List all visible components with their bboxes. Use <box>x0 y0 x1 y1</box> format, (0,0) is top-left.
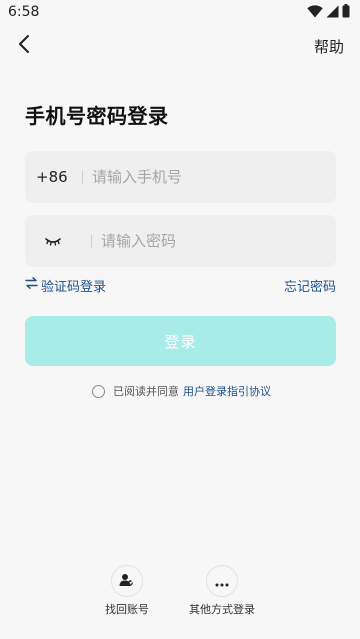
back-button[interactable] <box>12 32 36 60</box>
password-input[interactable] <box>101 215 336 267</box>
agreement-link[interactable]: 用户登录指引协议 <box>183 383 271 399</box>
login-button[interactable]: 登录 <box>25 316 336 366</box>
status-bar: 6:58 <box>0 0 360 24</box>
field-divider <box>82 170 83 184</box>
recover-account-circle <box>111 565 143 597</box>
swap-icon <box>25 277 38 293</box>
more-dots-icon <box>215 572 229 591</box>
chevron-left-icon <box>17 34 31 58</box>
phone-input[interactable] <box>92 151 336 203</box>
other-login-button[interactable]: 其他方式登录 <box>185 565 259 617</box>
forgot-password-link[interactable]: 忘记密码 <box>284 276 336 295</box>
other-login-circle <box>206 565 238 597</box>
phone-field: +86 <box>25 151 336 203</box>
agreement-row: 已阅读并同意 用户登录指引协议 <box>92 381 271 401</box>
eye-closed-icon <box>45 232 61 251</box>
signal-icon <box>326 3 339 22</box>
password-field <box>25 215 336 267</box>
recover-account-label: 找回账号 <box>105 603 149 616</box>
recover-account-button[interactable]: 找回账号 <box>97 565 157 617</box>
status-icons <box>307 3 350 22</box>
page-title: 手机号密码登录 <box>25 104 169 128</box>
help-button[interactable]: 帮助 <box>314 36 344 57</box>
wifi-icon <box>307 3 323 22</box>
field-divider <box>91 234 92 248</box>
battery-icon <box>342 3 350 22</box>
sms-login-link[interactable]: 验证码登录 <box>25 276 106 295</box>
agreement-checkbox[interactable] <box>92 384 105 398</box>
status-time: 6:58 <box>8 4 40 20</box>
header: 帮助 <box>0 24 360 68</box>
agreement-text: 已阅读并同意 <box>113 385 179 398</box>
password-visibility-toggle[interactable] <box>25 215 91 267</box>
sms-login-label: 验证码登录 <box>41 279 107 295</box>
country-code-selector[interactable]: +86 <box>25 168 82 186</box>
links-row: 验证码登录 忘记密码 <box>25 275 336 295</box>
other-login-label: 其他方式登录 <box>189 603 255 616</box>
user-recover-icon <box>119 572 135 591</box>
